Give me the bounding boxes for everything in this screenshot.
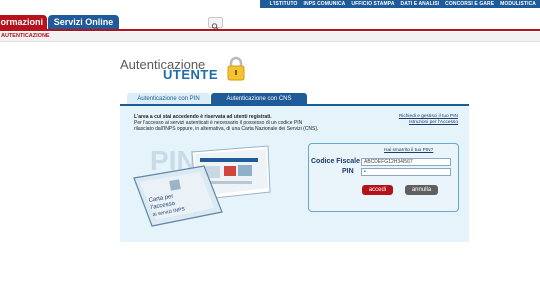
top-link-concorsi-gare[interactable]: CONCORSI E GARE <box>445 1 494 7</box>
login-box <box>308 143 459 212</box>
intro-text: L'area a cui stai accedendo è riservata … <box>134 114 374 132</box>
top-links: L'ISTITUTO INPS COMUNICA UFFICIO STAMPA … <box>259 0 540 8</box>
top-link-modulistica[interactable]: MODULISTICA <box>500 1 536 7</box>
top-link-inps-comunica[interactable]: INPS COMUNICA <box>304 1 346 7</box>
search-button[interactable] <box>208 17 223 30</box>
page-title-line2: UTENTE <box>163 67 218 82</box>
codice-fiscale-label: Codice Fiscale <box>311 158 361 165</box>
annulla-button[interactable]: annulla <box>405 185 438 195</box>
forgot-pin-link[interactable]: Hai smarrito il tuo PIN? <box>384 148 433 153</box>
top-bar: L'ISTITUTO INPS COMUNICA UFFICIO STAMPA … <box>0 0 540 8</box>
access-instructions-link[interactable]: Istruzioni per l'Accesso <box>378 120 458 126</box>
top-link-ufficio-stampa[interactable]: UFFICIO STAMPA <box>351 1 394 7</box>
tab-servizi-online[interactable]: Servizi Online <box>48 15 119 29</box>
pin-links: Richiedi e gestisci il tuo PIN Istruzion… <box>378 114 458 126</box>
tab-informazioni[interactable]: ormazioni <box>0 15 47 29</box>
nav-underline <box>0 29 540 31</box>
lock-icon <box>227 56 245 81</box>
top-link-istituto[interactable]: L'ISTITUTO <box>270 1 298 7</box>
breadcrumb-label: AUTENTICAZIONE <box>1 33 50 39</box>
accedi-button[interactable]: accedi <box>362 185 393 195</box>
tab-auth-cns[interactable]: Autenticazione con CNS <box>211 93 307 104</box>
top-link-dati-analisi[interactable]: DATI E ANALISI <box>401 1 440 7</box>
breadcrumb: AUTENTICAZIONE <box>0 32 540 42</box>
codice-fiscale-input[interactable]: ABCDEFG12H34I567 <box>361 158 451 166</box>
pin-label: PIN <box>342 168 354 175</box>
pin-card-illustration: PIN Carta per l'accesso ai servizi INPS <box>133 145 271 227</box>
main-nav: ormazioni Servizi Online <box>0 15 540 29</box>
pin-input[interactable]: • <box>361 168 451 176</box>
intro-line3: rilasciato dall'INPS oppure, in alternat… <box>134 126 319 132</box>
tab-auth-pin[interactable]: Autenticazione con PIN <box>127 93 210 104</box>
